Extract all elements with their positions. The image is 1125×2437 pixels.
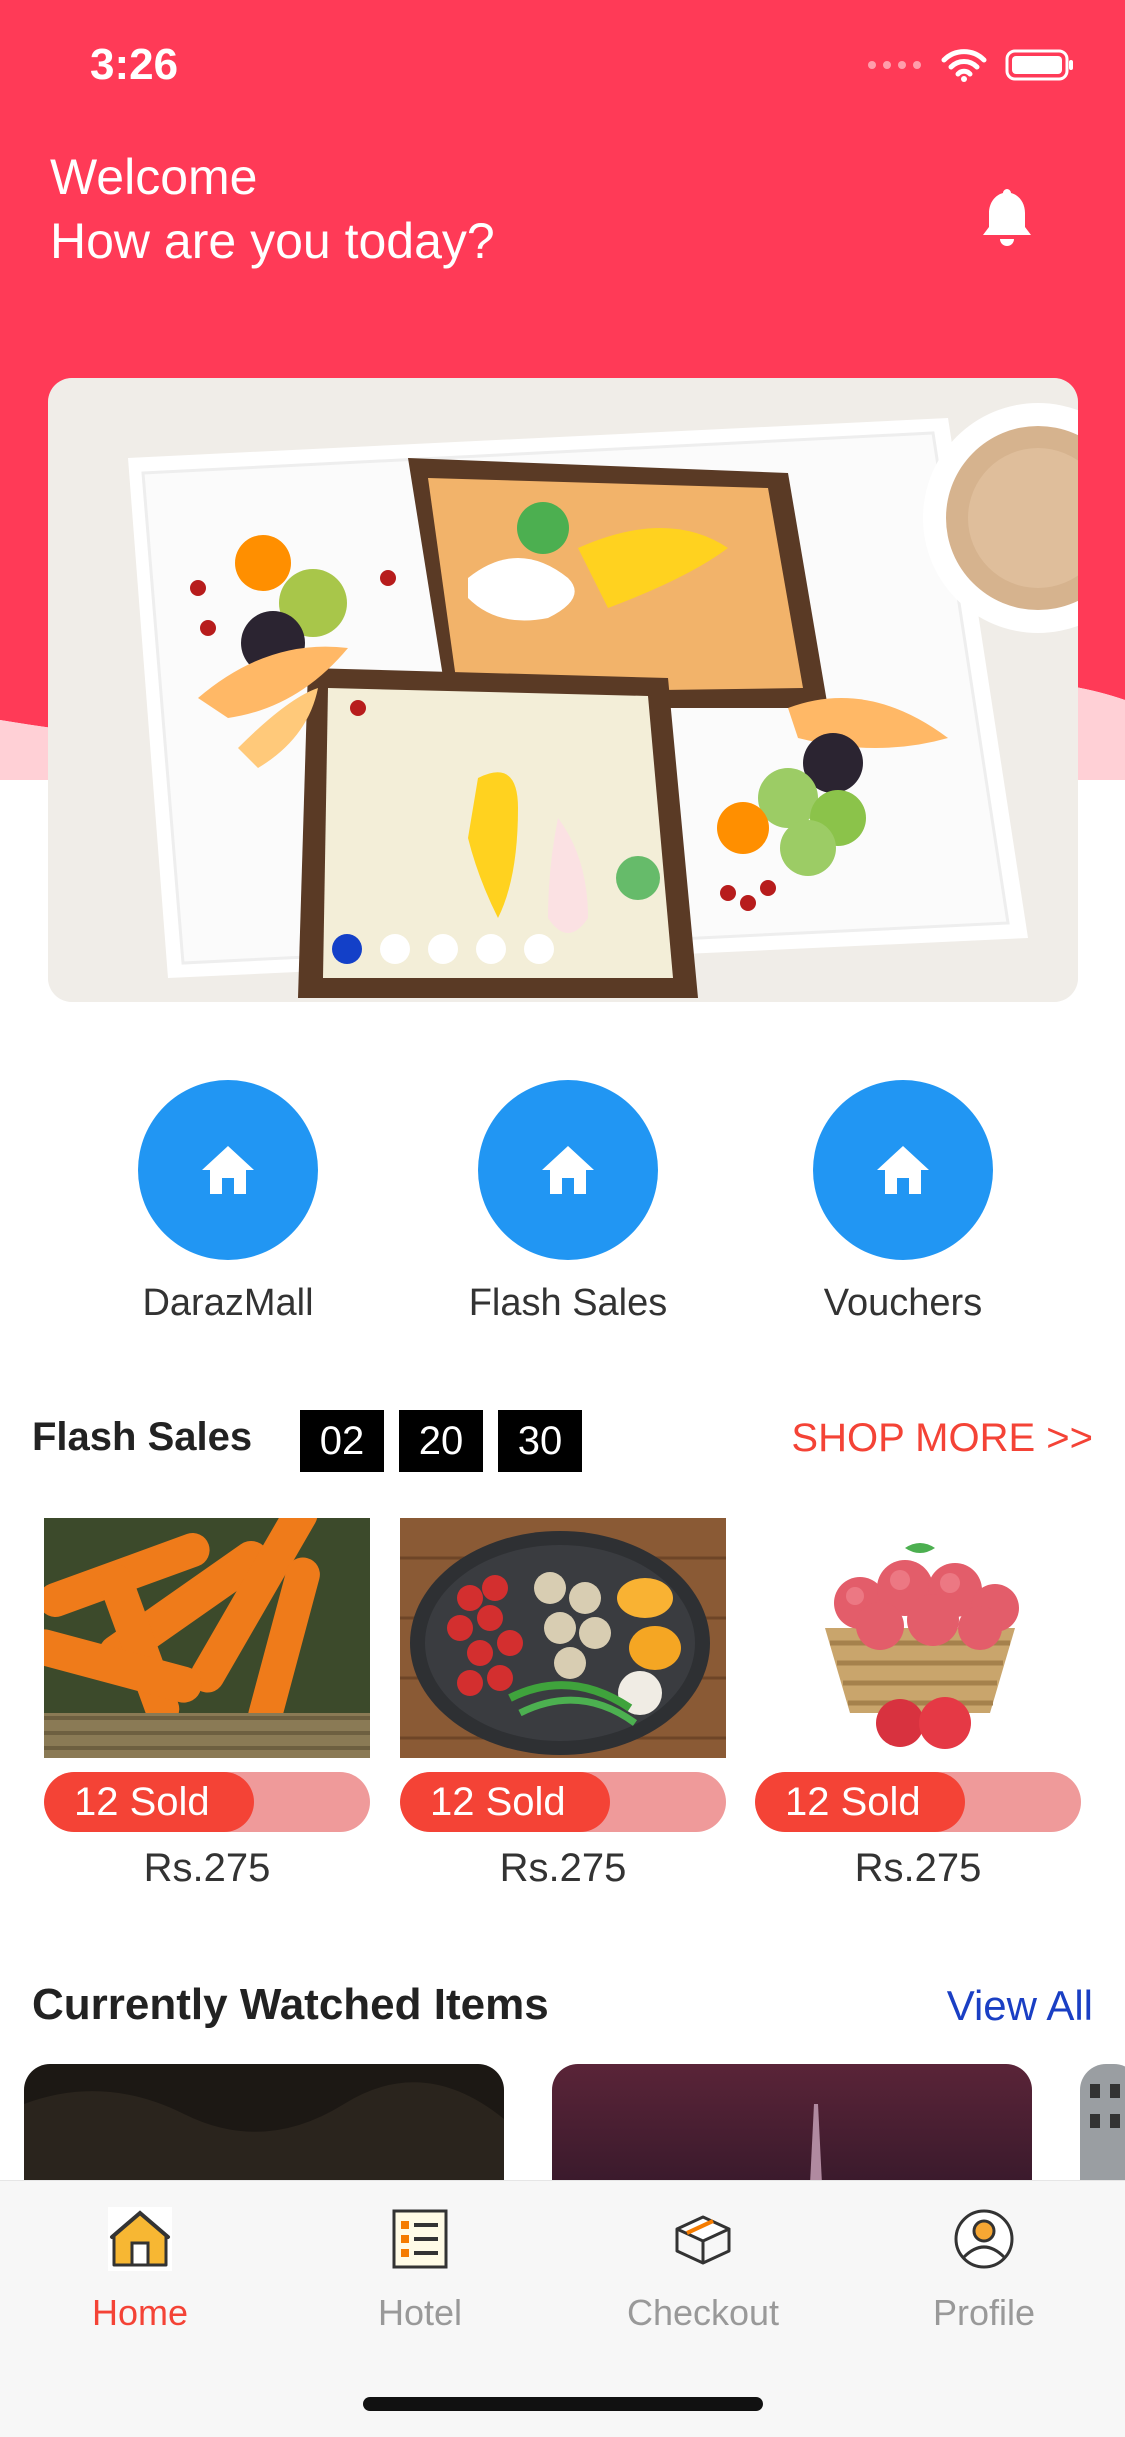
- flash-sales-title: Flash Sales: [32, 1415, 253, 1459]
- status-bar: 3:26: [0, 0, 1125, 130]
- carousel-dot[interactable]: [332, 934, 362, 964]
- watched-item-card[interactable]: [1080, 2064, 1125, 2184]
- sold-count: 12 Sold: [785, 1780, 921, 1824]
- sold-progress: 12 Sold: [755, 1772, 1081, 1832]
- tab-label: Checkout: [626, 2292, 780, 2333]
- product-card[interactable]: 12 Sold Rs.275: [44, 1518, 370, 1891]
- category-label: Vouchers: [823, 1282, 983, 1324]
- list-icon: [392, 2209, 448, 2269]
- bell-icon[interactable]: [979, 185, 1035, 249]
- status-time: 3:26: [90, 40, 179, 89]
- home-icon: [108, 2207, 172, 2271]
- watched-item-card[interactable]: [24, 2064, 504, 2184]
- banner-image: [48, 378, 1078, 1002]
- category-flash-sales[interactable]: Flash Sales: [448, 1080, 688, 1325]
- product-price: Rs.275: [143, 1846, 271, 1890]
- carousel-dot[interactable]: [428, 934, 458, 964]
- subtitle-text: How are you today?: [50, 213, 495, 269]
- home-icon: [542, 1146, 594, 1194]
- watched-items-title: Currently Watched Items: [32, 1980, 549, 2029]
- category-shortcuts: DarazMall Flash Sales Vouchers: [0, 1080, 1125, 1340]
- banner-carousel[interactable]: [48, 378, 1078, 1002]
- user-icon: [954, 2209, 1014, 2269]
- wifi-icon: [941, 49, 987, 82]
- category-circle[interactable]: [138, 1080, 318, 1260]
- product-card[interactable]: 12 Sold Rs.275: [755, 1518, 1081, 1891]
- tab-profile[interactable]: Profile: [884, 2207, 1084, 2334]
- carousel-dot[interactable]: [524, 934, 554, 964]
- bottom-tab-bar: Home Hotel Checkout Profile: [0, 2180, 1125, 2437]
- sold-count: 12 Sold: [430, 1780, 566, 1824]
- home-indicator: [363, 2397, 763, 2411]
- sold-progress: 12 Sold: [400, 1772, 726, 1832]
- timer-minutes: 20: [399, 1410, 483, 1472]
- signal-icon: [868, 61, 921, 69]
- view-all-link[interactable]: View All: [947, 1982, 1093, 2030]
- tab-hotel[interactable]: Hotel: [320, 2207, 520, 2334]
- category-vouchers[interactable]: Vouchers: [783, 1080, 1023, 1325]
- carousel-dot[interactable]: [380, 934, 410, 964]
- box-icon: [675, 2215, 731, 2265]
- category-darazmall[interactable]: DarazMall: [108, 1080, 348, 1325]
- product-price: Rs.275: [499, 1846, 627, 1890]
- product-image: [44, 1518, 370, 1758]
- product-image: [400, 1518, 726, 1758]
- timer-seconds: 30: [498, 1410, 582, 1472]
- watched-item-image: [552, 2064, 1032, 2184]
- home-icon: [877, 1146, 929, 1194]
- product-price: Rs.275: [854, 1846, 982, 1890]
- battery-icon: [1005, 49, 1073, 81]
- greeting: Welcome How are you today?: [50, 145, 495, 273]
- category-label: Flash Sales: [468, 1282, 668, 1324]
- watched-item-image: [24, 2064, 504, 2184]
- product-image: [755, 1518, 1081, 1758]
- category-label: DarazMall: [142, 1282, 314, 1324]
- welcome-text: Welcome: [50, 149, 258, 205]
- tab-checkout[interactable]: Checkout: [603, 2207, 803, 2334]
- tab-home[interactable]: Home: [40, 2207, 240, 2334]
- carousel-dots: [48, 934, 958, 964]
- tab-label: Hotel: [377, 2292, 463, 2333]
- sold-progress: 12 Sold: [44, 1772, 370, 1832]
- tab-label: Home: [91, 2292, 189, 2333]
- carousel-dot[interactable]: [476, 934, 506, 964]
- status-icons: [867, 48, 1075, 82]
- watched-item-card[interactable]: [552, 2064, 1032, 2184]
- home-icon: [202, 1146, 254, 1194]
- watched-item-image: [1080, 2064, 1125, 2184]
- category-circle[interactable]: [478, 1080, 658, 1260]
- product-card[interactable]: 12 Sold Rs.275: [400, 1518, 726, 1891]
- tab-label: Profile: [932, 2292, 1036, 2333]
- shop-more-link[interactable]: SHOP MORE >>: [791, 1416, 1093, 1461]
- sold-count: 12 Sold: [74, 1780, 210, 1824]
- timer-hours: 02: [300, 1410, 384, 1472]
- category-circle[interactable]: [813, 1080, 993, 1260]
